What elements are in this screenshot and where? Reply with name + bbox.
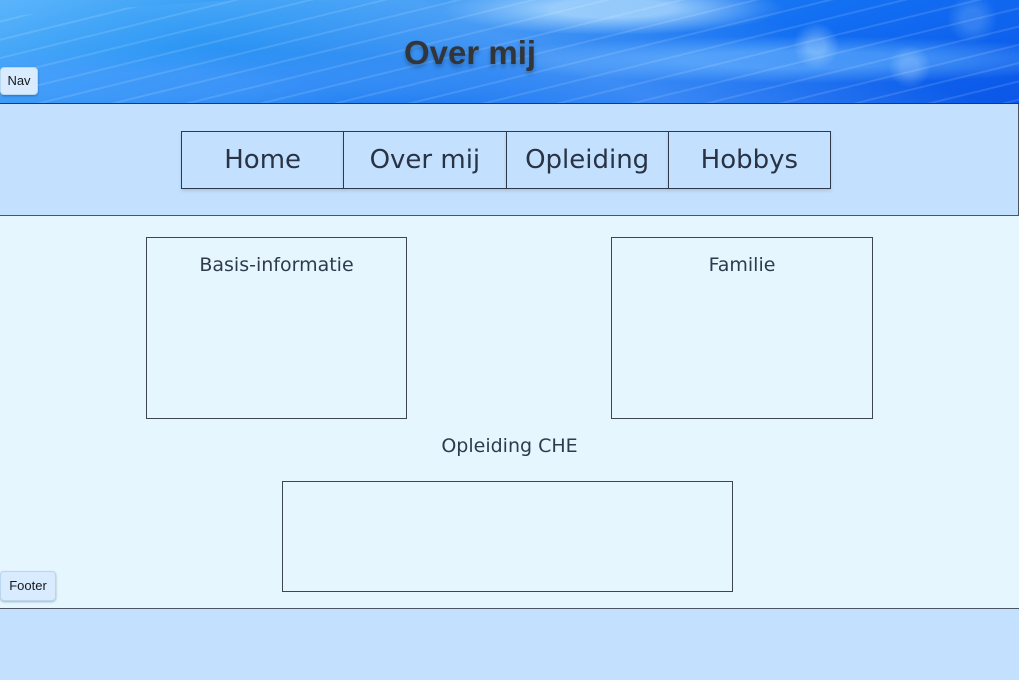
opleiding-che-title: Opleiding CHE	[441, 435, 578, 457]
main-content: Basis-informatie Familie Opleiding CHE	[0, 216, 1019, 608]
nav-item-opleiding[interactable]: Opleiding	[505, 131, 669, 189]
opleiding-che-panel	[282, 481, 733, 592]
hero-header: Over mij Nav	[0, 0, 1019, 104]
nav-item-over-mij[interactable]: Over mij	[343, 131, 507, 189]
page-title: Over mij	[404, 34, 537, 71]
footer-bar	[0, 608, 1019, 680]
footer-frame-label[interactable]: Footer	[0, 571, 56, 601]
about-page: Over mij Nav Home Over mij Opleiding Hob…	[0, 0, 1019, 680]
navigation-tabs: Home Over mij Opleiding Hobbys	[181, 131, 834, 189]
navigation-bar: Home Over mij Opleiding Hobbys	[0, 104, 1019, 216]
nav-item-hobbys[interactable]: Hobbys	[667, 131, 831, 189]
familie-panel: Familie	[611, 237, 873, 419]
nav-frame-label[interactable]: Nav	[0, 67, 38, 95]
nav-item-home[interactable]: Home	[181, 131, 345, 189]
basis-informatie-title: Basis-informatie	[199, 254, 354, 276]
familie-title: Familie	[708, 254, 776, 276]
basis-informatie-panel: Basis-informatie	[146, 237, 407, 419]
